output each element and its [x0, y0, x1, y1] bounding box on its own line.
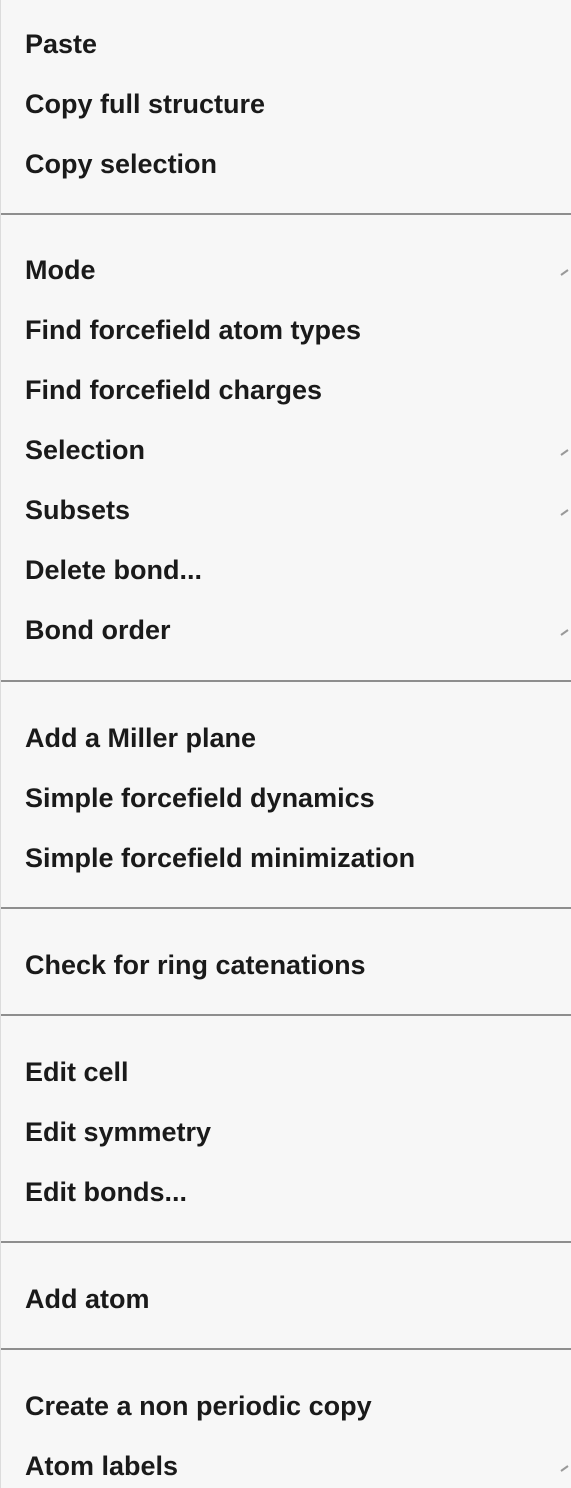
menu-separator [1, 1014, 571, 1016]
menu-item-label: Selection [25, 434, 146, 465]
menu-item-edit-bonds[interactable]: Edit bonds... [1, 1162, 571, 1222]
menu-item-label: Subsets [25, 494, 131, 525]
menu-separator [1, 1241, 571, 1243]
menu-separator [1, 1348, 571, 1350]
menu-item-delete-bond[interactable]: Delete bond... [1, 540, 571, 600]
chevron-right-icon [560, 627, 570, 637]
chevron-right-icon [560, 267, 570, 277]
chevron-right-icon [560, 1463, 570, 1473]
chevron-right-icon [560, 447, 570, 457]
menu-item-simple-forcefield-dynamics[interactable]: Simple forcefield dynamics [1, 768, 571, 828]
menu-item-label: Edit symmetry [25, 1116, 212, 1147]
menu-item-label: Atom labels [25, 1450, 179, 1481]
menu-item-label: Add atom [25, 1283, 150, 1314]
chevron-right-icon [560, 507, 570, 517]
menu-item-label: Simple forcefield minimization [25, 842, 416, 873]
menu-item-label: Mode [25, 254, 96, 285]
menu-separator [1, 680, 571, 682]
menu-item-check-ring-catenations[interactable]: Check for ring catenations [1, 935, 571, 995]
context-menu: Paste Copy full structure Copy selection… [0, 0, 571, 1488]
menu-item-label: Simple forcefield dynamics [25, 782, 375, 813]
menu-item-label: Create a non periodic copy [25, 1390, 372, 1421]
menu-item-edit-symmetry[interactable]: Edit symmetry [1, 1102, 571, 1162]
menu-item-find-forcefield-charges[interactable]: Find forcefield charges [1, 360, 571, 420]
menu-item-edit-cell[interactable]: Edit cell [1, 1042, 571, 1102]
menu-item-label: Find forcefield atom types [25, 314, 362, 345]
menu-item-label: Find forcefield charges [25, 374, 323, 405]
menu-item-copy-full-structure[interactable]: Copy full structure [1, 74, 571, 134]
menu-item-copy-selection[interactable]: Copy selection [1, 134, 571, 194]
menu-item-label: Bond order [25, 614, 171, 645]
menu-item-bond-order[interactable]: Bond order [1, 600, 571, 660]
menu-item-label: Edit cell [25, 1056, 129, 1087]
menu-item-add-miller-plane[interactable]: Add a Miller plane [1, 708, 571, 768]
menu-item-label: Add a Miller plane [25, 722, 257, 753]
menu-separator [1, 907, 571, 909]
menu-item-label: Paste [25, 28, 98, 59]
menu-item-label: Copy selection [25, 148, 218, 179]
menu-item-paste[interactable]: Paste [1, 14, 571, 74]
menu-item-create-non-periodic-copy[interactable]: Create a non periodic copy [1, 1376, 571, 1436]
menu-item-subsets[interactable]: Subsets [1, 480, 571, 540]
menu-item-add-atom[interactable]: Add atom [1, 1269, 571, 1329]
menu-item-label: Copy full structure [25, 88, 266, 119]
menu-item-atom-labels[interactable]: Atom labels [1, 1436, 571, 1488]
menu-item-simple-forcefield-minimization[interactable]: Simple forcefield minimization [1, 828, 571, 888]
menu-item-label: Check for ring catenations [25, 949, 366, 980]
menu-item-mode[interactable]: Mode [1, 240, 571, 300]
menu-separator [1, 213, 571, 215]
menu-item-selection[interactable]: Selection [1, 420, 571, 480]
menu-item-label: Edit bonds... [25, 1176, 187, 1207]
menu-item-label: Delete bond... [25, 554, 203, 585]
menu-item-find-forcefield-atom-types[interactable]: Find forcefield atom types [1, 300, 571, 360]
